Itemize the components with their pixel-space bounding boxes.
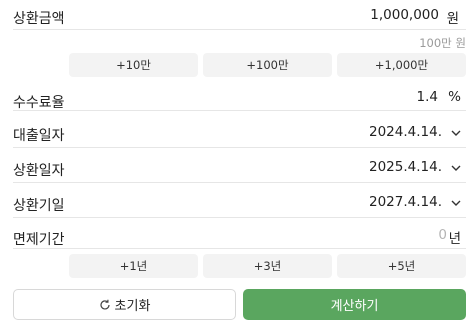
- add-3-years-chip[interactable]: +3년: [203, 254, 332, 278]
- exemption-period-unit: 년: [448, 231, 461, 247]
- fee-rate-row: 수수료율 1.4 %: [13, 85, 466, 111]
- loan-date-value[interactable]: 2024.4.14.: [369, 124, 442, 140]
- add-100k-chip[interactable]: +10만: [69, 53, 198, 77]
- repayment-amount-hint: 100만 원: [419, 36, 466, 50]
- add-1m-chip[interactable]: +100만: [203, 53, 332, 77]
- chevron-down-icon[interactable]: [450, 127, 462, 139]
- repayment-fee-calculator: 상환금액 1,000,000 원 100만 원 +10만 +100만 +1,00…: [0, 0, 474, 331]
- chevron-down-icon[interactable]: [450, 162, 462, 174]
- fee-rate-label: 수수료율: [13, 95, 65, 111]
- repayment-amount-label: 상환금액: [13, 11, 65, 27]
- add-5-years-chip[interactable]: +5년: [337, 254, 466, 278]
- amount-chip-row: +10만 +100만 +1,000만: [69, 53, 466, 77]
- exemption-period-row: 면제기간 0 년: [13, 225, 466, 249]
- repayment-amount-unit: 원: [446, 11, 459, 27]
- refresh-icon: [100, 299, 110, 310]
- exemption-period-input[interactable]: 0: [438, 227, 447, 243]
- add-10m-chip[interactable]: +1,000만: [337, 53, 466, 77]
- add-1-year-chip[interactable]: +1년: [69, 254, 198, 278]
- reset-button-label: 초기화: [114, 299, 151, 314]
- fee-rate-input[interactable]: 1.4: [417, 89, 438, 105]
- loan-date-row[interactable]: 대출일자 2024.4.14.: [13, 120, 466, 148]
- reset-button[interactable]: 초기화: [13, 289, 236, 320]
- repayment-amount-row: 상환금액 1,000,000 원: [13, 0, 466, 30]
- fee-rate-unit: %: [448, 89, 461, 105]
- chevron-down-icon[interactable]: [450, 197, 462, 209]
- calculate-button-label: 계산하기: [330, 299, 379, 314]
- repay-date-row[interactable]: 상환일자 2025.4.14.: [13, 155, 466, 183]
- period-chip-row: +1년 +3년 +5년: [69, 254, 466, 278]
- exemption-period-label: 면제기간: [13, 232, 65, 248]
- repay-date-label: 상환일자: [13, 163, 65, 179]
- repay-date-value[interactable]: 2025.4.14.: [369, 159, 442, 175]
- maturity-date-value[interactable]: 2027.4.14.: [369, 194, 442, 210]
- loan-date-label: 대출일자: [13, 128, 65, 144]
- repayment-amount-input[interactable]: 1,000,000: [370, 7, 439, 23]
- maturity-date-row[interactable]: 상환기일 2027.4.14.: [13, 190, 466, 218]
- calculate-button[interactable]: 계산하기: [243, 289, 466, 320]
- maturity-date-label: 상환기일: [13, 198, 65, 214]
